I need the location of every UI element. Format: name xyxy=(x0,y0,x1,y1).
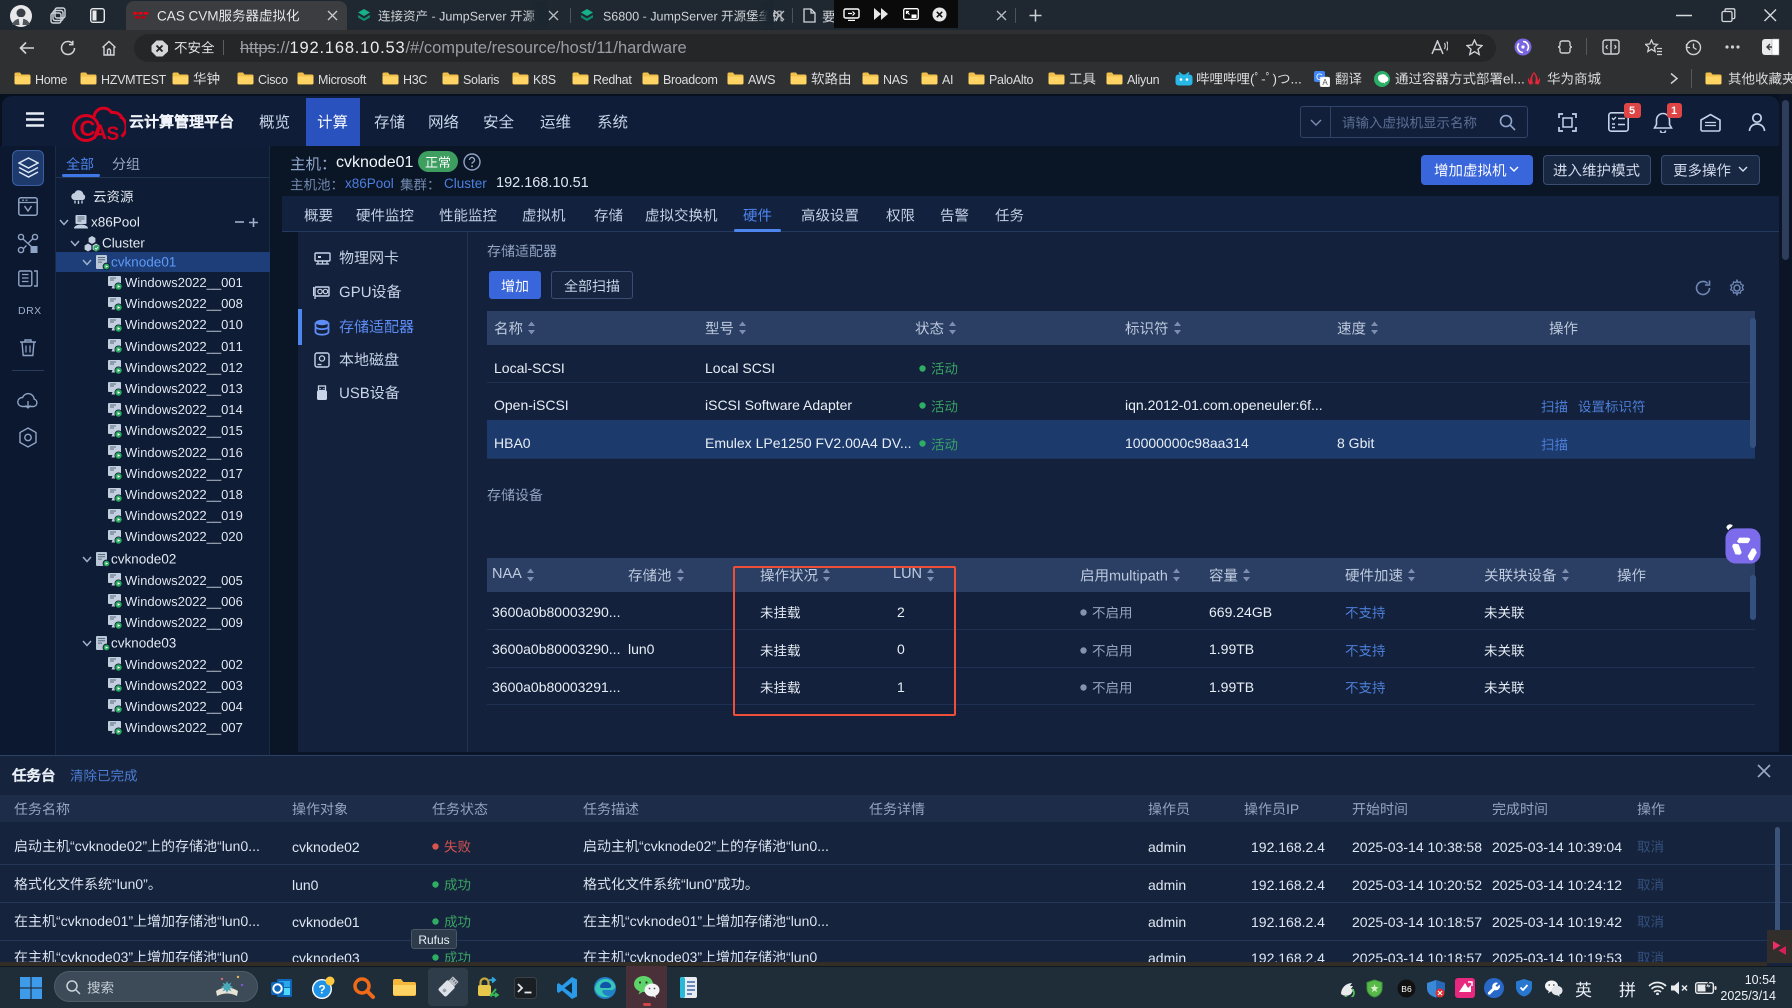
svg-text:S: S xyxy=(107,124,120,144)
svg-text:?: ? xyxy=(318,983,325,997)
svg-text:A: A xyxy=(1322,78,1328,87)
svg-text:B6: B6 xyxy=(1401,984,1412,994)
svg-text:A: A xyxy=(92,121,107,144)
